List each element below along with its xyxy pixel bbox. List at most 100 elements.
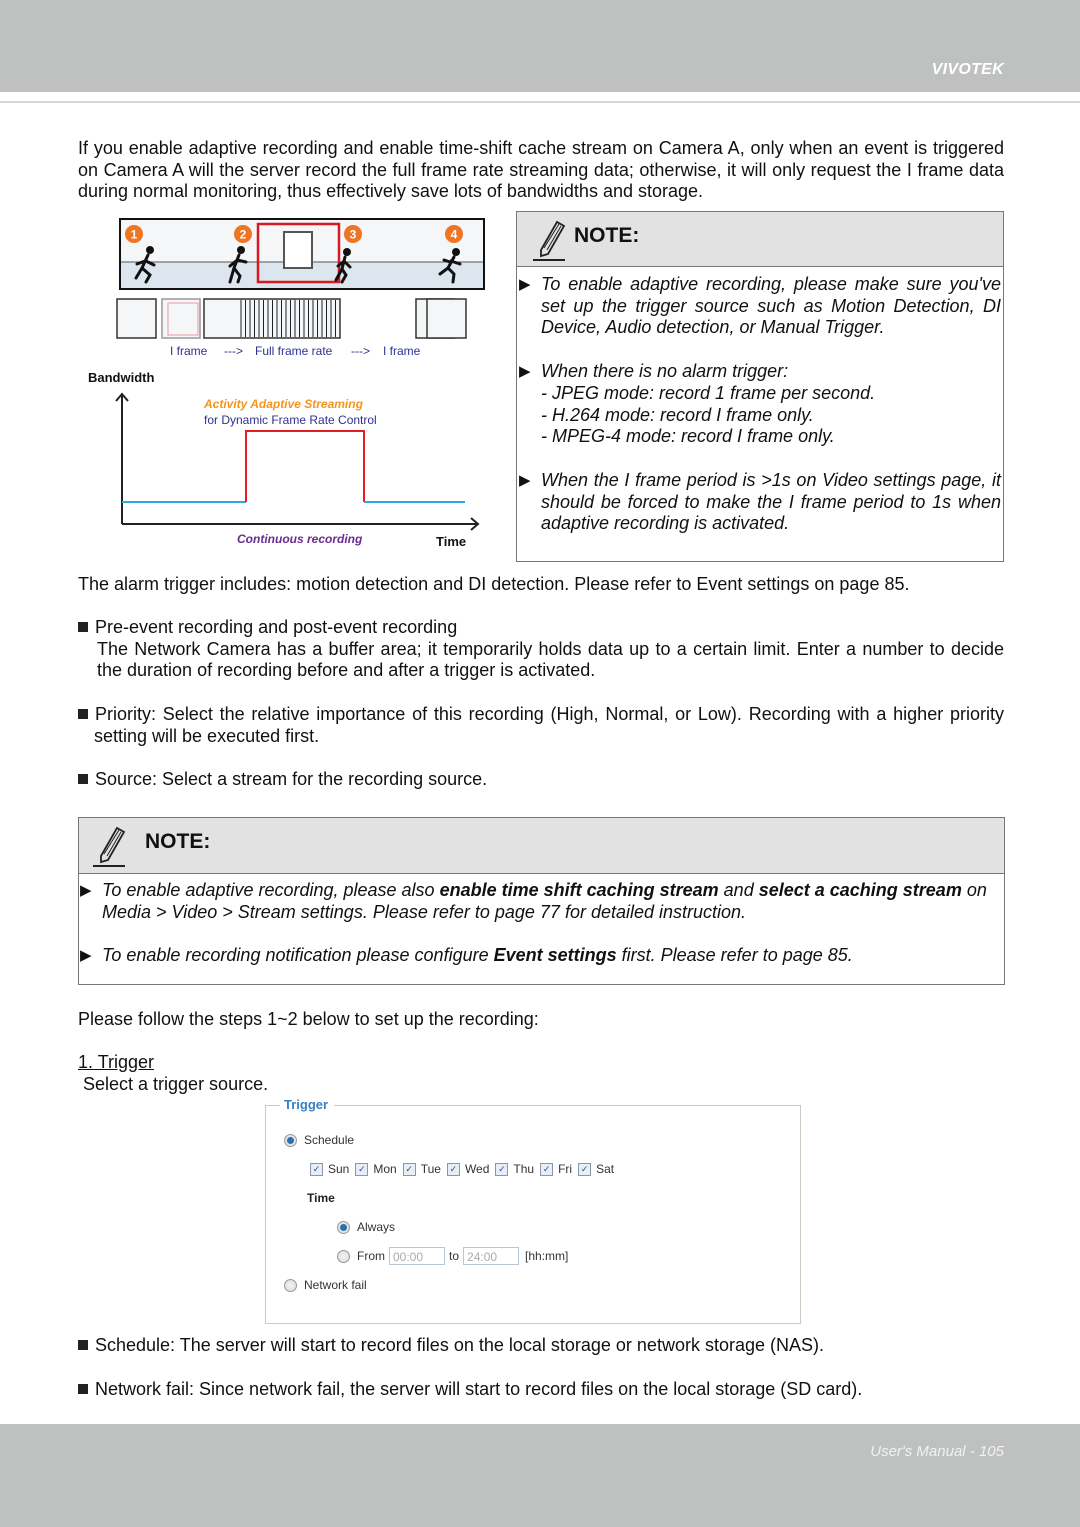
step-1-title: 1. Trigger	[78, 1052, 155, 1072]
header-divider	[0, 101, 1080, 103]
network-fail-radio[interactable]	[284, 1278, 297, 1292]
day-mon[interactable]: ✓ Mon	[355, 1162, 397, 1176]
time-format-hint: [hh:mm]	[525, 1249, 569, 1263]
chart-title-orange: Activity Adaptive Streaming	[203, 397, 364, 411]
from-radio[interactable]	[337, 1249, 350, 1263]
caption-arrow: --->	[224, 344, 243, 358]
bullet-network-fail: Network fail: Since network fail, the se…	[78, 1379, 1004, 1401]
figure-svg: 1 2 3 4 I frame ---> Full frame rate ---…	[88, 218, 485, 549]
chart-title-blue: for Dynamic Frame Rate Control	[204, 413, 377, 427]
step-number: 3	[350, 228, 357, 242]
pencil-icon	[93, 826, 126, 867]
checkbox-tue[interactable]: ✓	[402, 1162, 416, 1176]
thumbnail-frame	[426, 298, 467, 339]
network-fail-label: Network fail	[304, 1278, 367, 1292]
from-time-input[interactable]: 00:00	[389, 1247, 445, 1265]
pre-event-description: The Network Camera has a buffer area; it…	[97, 638, 1004, 681]
checkbox-sun[interactable]: ✓	[310, 1162, 323, 1176]
triangle-bullet-icon: ▶	[519, 471, 531, 489]
note-item: ▶ When there is no alarm trigger: - JPEG …	[517, 361, 1003, 448]
y-axis	[115, 392, 129, 524]
from-label: From	[357, 1249, 385, 1263]
triangle-bullet-icon: ▶	[519, 276, 531, 293]
day-thu[interactable]: ✓ Thu	[495, 1162, 534, 1176]
note-box-adaptive: NOTE: ▶ To enable adaptive recording, ple…	[516, 211, 1004, 562]
day-tue[interactable]: ✓ Tue	[402, 1162, 441, 1176]
day-fri[interactable]: ✓ Fri	[540, 1162, 572, 1176]
step-number: 2	[240, 228, 247, 242]
step-number: 4	[451, 228, 458, 242]
note-subitem: - H.264 mode: record I frame only.	[541, 404, 814, 425]
checkbox-sat[interactable]: ✓	[578, 1162, 592, 1176]
triangle-bullet-icon: ▶	[519, 363, 531, 381]
frame-caption: I frame ---> Full frame rate ---> I fram…	[170, 344, 421, 358]
x-axis-label: Time	[436, 534, 466, 549]
schedule-label: Schedule	[304, 1133, 355, 1147]
note-box-caching: NOTE: ▶ To enable adaptive recording, ple…	[78, 817, 1005, 985]
alarm-trigger-text: The alarm trigger includes: motion detec…	[78, 574, 910, 594]
square-bullet-icon	[78, 1384, 88, 1394]
schedule-option[interactable]: Schedule	[284, 1133, 354, 1147]
triangle-bullet-icon: ▶	[80, 882, 92, 899]
step-number: 1	[131, 228, 138, 242]
always-option[interactable]: Always	[337, 1220, 395, 1234]
continuous-recording-label: Continuous recording	[237, 532, 363, 546]
caption-full-frame-rate: Full frame rate	[255, 344, 333, 358]
note-item: ▶ When the I frame period is >1s on Video…	[519, 469, 1001, 534]
always-radio[interactable]	[337, 1220, 350, 1234]
always-label: Always	[357, 1220, 396, 1234]
note-subitem: - MPEG-4 mode: record I frame only.	[541, 426, 835, 447]
to-time-input[interactable]: 24:00	[463, 1247, 520, 1265]
note-title: NOTE:	[145, 830, 211, 853]
from-option: From 00:00 to 24:00 [hh:mm]	[337, 1247, 568, 1265]
note-header: NOTE:	[517, 212, 1003, 267]
steps-intro: Please follow the steps 1~2 below to set…	[78, 1009, 539, 1029]
note-subitem: - JPEG mode: record 1 frame per second.	[541, 382, 876, 403]
x-axis	[122, 517, 480, 531]
activity-pulse	[245, 430, 365, 502]
square-bullet-icon	[78, 622, 88, 632]
checkbox-thu[interactable]: ✓	[495, 1162, 509, 1176]
square-bullet-icon	[78, 1340, 88, 1350]
bullet-schedule: Schedule: The server will start to recor…	[78, 1335, 1004, 1357]
to-label: to	[449, 1249, 460, 1263]
step-1-description: Select a trigger source.	[83, 1074, 269, 1094]
note-header: NOTE:	[79, 818, 1004, 874]
schedule-radio[interactable]	[284, 1133, 297, 1147]
trigger-panel: Trigger Schedule ✓ Sun ✓ Mon ✓ Tue ✓ Wed ✓ Th…	[265, 1097, 801, 1324]
network-fail-option[interactable]: Network fail	[284, 1278, 367, 1292]
triangle-bullet-icon: ▶	[80, 947, 92, 965]
intro-paragraph: If you enable adaptive recording and ena…	[78, 138, 1004, 202]
frame-thumbnails	[116, 298, 467, 339]
pencil-icon	[533, 220, 566, 261]
weekday-checkboxes: ✓ Sun ✓ Mon ✓ Tue ✓ Wed ✓ Thu ✓ Fri ✓ Sat	[310, 1162, 620, 1176]
brand-logo: VIVOTEK	[931, 61, 1004, 78]
square-bullet-icon	[78, 774, 88, 784]
trigger-legend: Trigger	[280, 1097, 335, 1112]
square-bullet-icon	[78, 709, 88, 719]
bullet-pre-event: Pre-event recording and post-event recor…	[78, 617, 1004, 682]
y-axis-label: Bandwidth	[88, 370, 154, 385]
adaptive-recording-figure: 1 2 3 4 I frame ---> Full frame rate ---…	[80, 212, 500, 572]
page-number: User's Manual - 105	[870, 1443, 1004, 1460]
caption-i-frame-left: I frame	[170, 344, 208, 358]
page-footer: User's Manual - 105	[0, 1424, 1080, 1527]
day-wed[interactable]: ✓ Wed	[446, 1162, 489, 1176]
note-item: ▶ To enable recording notification please…	[80, 945, 853, 966]
bullet-source: Source: Select a stream for the recordin…	[78, 769, 1004, 791]
day-sun[interactable]: ✓ Sun	[310, 1162, 349, 1176]
note-item: ▶ To enable adaptive recording, please ma…	[519, 274, 1001, 338]
caption-arrow: --->	[351, 344, 370, 358]
door-icon	[283, 231, 313, 269]
caption-i-frame-right: I frame	[383, 344, 421, 358]
checkbox-mon[interactable]: ✓	[355, 1162, 369, 1176]
thumbnail-frame	[116, 298, 157, 339]
checkbox-wed[interactable]: ✓	[446, 1162, 460, 1176]
note-item: ▶ To enable adaptive recording, please al…	[80, 880, 987, 922]
bullet-priority: Priority: Select the relative importance…	[78, 704, 1004, 747]
page-header: VIVOTEK	[0, 0, 1080, 92]
time-heading: Time	[307, 1191, 335, 1205]
checkbox-fri[interactable]: ✓	[540, 1162, 554, 1176]
day-sat[interactable]: ✓ Sat	[578, 1162, 614, 1176]
note-title: NOTE:	[574, 224, 640, 247]
